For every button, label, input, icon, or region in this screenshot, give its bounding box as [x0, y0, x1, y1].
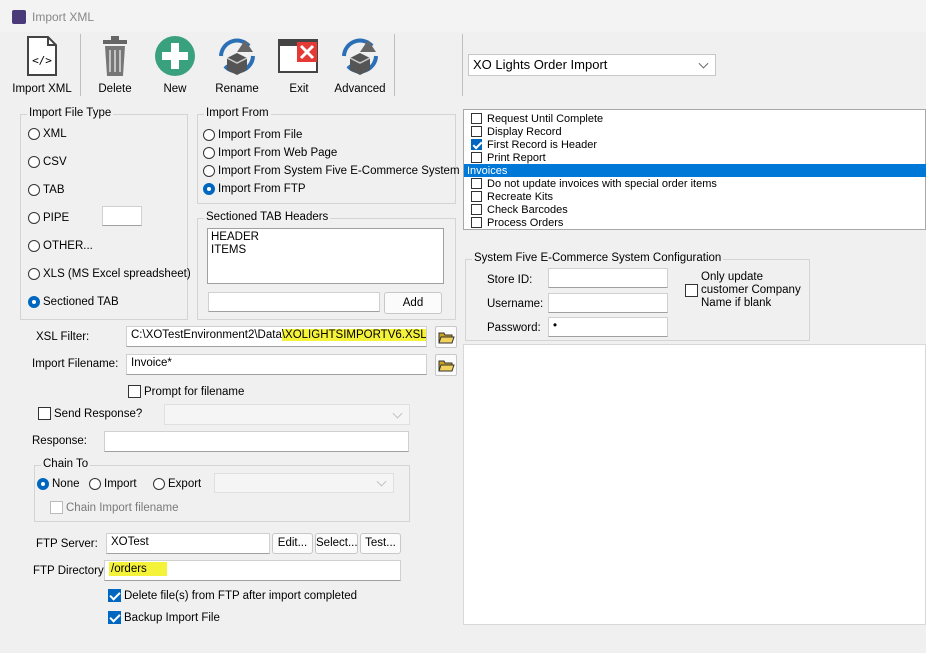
pipe-delimiter-input[interactable] [102, 206, 142, 226]
delete-after-import-checkbox[interactable]: Delete file(s) from FTP after import com… [108, 589, 357, 602]
send-response-checkbox[interactable]: Send Response? [38, 407, 142, 420]
chevron-down-icon [392, 408, 403, 419]
username-label: Username: [487, 298, 544, 310]
header-name-input[interactable] [208, 292, 380, 312]
exit-icon [278, 39, 318, 73]
xsl-filter-input[interactable]: C:\XOTestEnvironment2\Data\XOLIGHTSIMPOR… [126, 326, 427, 347]
radio-sectioned-tab[interactable]: Sectioned TAB [28, 296, 119, 308]
import-from-caption: Import From [204, 107, 271, 119]
option-print-report[interactable]: Print Report [464, 151, 926, 164]
store-id-label: Store ID: [487, 274, 533, 286]
preview-panel [463, 344, 926, 625]
toolbar: </> Import XML Delete New Rename Exit Ad… [0, 32, 926, 98]
exit-button[interactable]: Exit [276, 34, 322, 95]
radio-import-from-web[interactable]: Import From Web Page [203, 147, 337, 159]
response-label: Response: [32, 435, 87, 447]
title-bar: Import XML [0, 0, 926, 32]
radio-other[interactable]: OTHER... [28, 240, 93, 252]
sectioned-tab-headers-caption: Sectioned TAB Headers [204, 211, 331, 223]
option-do-not-update-invoices[interactable]: Do not update invoices with special orde… [464, 177, 926, 190]
option-request-until-complete[interactable]: Request Until Complete [464, 112, 926, 125]
ftp-server-input[interactable]: XOTest [106, 533, 270, 554]
ftp-test-button[interactable]: Test... [360, 533, 401, 554]
toolbar-separator [394, 34, 395, 96]
import-file-type-caption: Import File Type [27, 107, 114, 119]
chain-to-select[interactable] [214, 473, 394, 493]
rename-icon [219, 38, 255, 75]
only-update-checkbox[interactable] [685, 284, 698, 300]
sectioned-headers-list[interactable]: HEADER ITEMS [207, 228, 444, 284]
advanced-button[interactable]: Advanced [332, 34, 388, 95]
rename-button[interactable]: Rename [212, 34, 262, 95]
password-input[interactable]: • [548, 317, 668, 337]
options-list[interactable]: Request Until Complete Display Record Fi… [463, 109, 926, 230]
list-item[interactable]: ITEMS [211, 244, 440, 257]
radio-xls[interactable]: XLS (MS Excel spreadsheet) [28, 268, 191, 280]
delete-button[interactable]: Delete [92, 34, 138, 95]
option-display-record[interactable]: Display Record [464, 125, 926, 138]
import-filename-label: Import Filename: [32, 358, 119, 370]
toolbar-separator [80, 34, 81, 96]
chevron-down-icon [698, 58, 709, 69]
ftp-directory-label: FTP Directory: [33, 565, 107, 577]
window-title: Import XML [32, 10, 95, 24]
radio-chain-none[interactable]: None [37, 478, 80, 490]
chain-import-filename-checkbox[interactable]: Chain Import filename [50, 501, 179, 514]
store-id-input[interactable] [548, 268, 668, 288]
import-xml-button[interactable]: </> Import XML [10, 34, 74, 95]
toolbar-separator [462, 34, 463, 96]
import-filename-input[interactable]: Invoice* [126, 354, 427, 375]
browse-xsl-button[interactable] [435, 326, 457, 348]
radio-tab[interactable]: TAB [28, 184, 65, 196]
app-icon [12, 10, 26, 24]
new-button[interactable]: New [152, 34, 198, 95]
radio-import-from-ftp[interactable]: Import From FTP [203, 183, 306, 195]
ftp-directory-input[interactable]: /orders [104, 560, 401, 581]
radio-chain-export[interactable]: Export [153, 478, 201, 490]
radio-chain-import[interactable]: Import [89, 478, 137, 490]
username-input[interactable] [548, 293, 668, 313]
backup-import-file-checkbox[interactable]: Backup Import File [108, 611, 220, 624]
radio-csv[interactable]: CSV [28, 156, 67, 168]
plus-icon [155, 36, 195, 76]
ftp-select-button[interactable]: Select... [315, 533, 358, 554]
option-process-orders[interactable]: Process Orders [464, 216, 926, 229]
only-update-label: Only update customer Company Name if bla… [701, 271, 801, 309]
xsl-filter-label: XSL Filter: [36, 331, 90, 343]
chevron-down-icon [376, 476, 387, 487]
ftp-server-label: FTP Server: [36, 538, 98, 550]
option-check-barcodes[interactable]: Check Barcodes [464, 203, 926, 216]
list-item[interactable]: HEADER [211, 231, 440, 244]
svg-text:</>: </> [32, 54, 52, 67]
folder-open-icon [438, 332, 455, 344]
ftp-edit-button[interactable]: Edit... [272, 533, 313, 554]
option-recreate-kits[interactable]: Recreate Kits [464, 190, 926, 203]
chain-to-caption: Chain To [41, 458, 91, 470]
xml-file-icon: </> [27, 36, 57, 76]
password-label: Password: [487, 322, 541, 334]
send-response-select[interactable] [164, 404, 410, 425]
response-input[interactable] [104, 431, 409, 452]
add-header-button[interactable]: Add [384, 292, 442, 314]
radio-import-from-file[interactable]: Import From File [203, 129, 302, 141]
option-first-record-is-header[interactable]: First Record is Header [464, 138, 926, 151]
folder-open-icon [438, 360, 455, 372]
option-section-invoices[interactable]: Invoices [464, 164, 926, 177]
advanced-icon [342, 38, 378, 75]
prompt-for-filename-checkbox[interactable]: Prompt for filename [128, 385, 244, 398]
trash-icon [103, 36, 127, 76]
browse-filename-button[interactable] [435, 354, 457, 376]
radio-xml[interactable]: XML [28, 128, 67, 140]
profile-select[interactable]: XO Lights Order Import [468, 54, 716, 76]
radio-import-from-ecommerce[interactable]: Import From System Five E-Commerce Syste… [203, 165, 460, 177]
radio-pipe[interactable]: PIPE [28, 212, 69, 224]
ecommerce-config-caption: System Five E-Commerce System Configurat… [472, 252, 724, 264]
